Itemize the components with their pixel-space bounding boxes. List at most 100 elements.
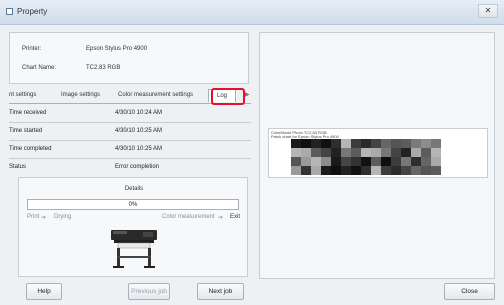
color-patch	[291, 148, 301, 157]
printer-label: Printer:	[22, 46, 42, 52]
color-patch	[321, 148, 331, 157]
color-patch	[421, 157, 431, 166]
title-bar: Property ✕	[0, 0, 504, 25]
help-button[interactable]: Help	[26, 283, 62, 300]
color-patch	[331, 166, 341, 175]
step-color-measurement: Color measurement	[162, 214, 215, 220]
color-patch	[431, 166, 441, 175]
color-patch	[411, 139, 421, 148]
step-print: Print	[27, 214, 40, 220]
color-patch	[411, 166, 421, 175]
log-value: 4/30/10 10:24 AM	[115, 110, 163, 116]
patch-grid	[291, 139, 441, 175]
close-button[interactable]: Close	[444, 283, 495, 300]
chart-preview-panel: ColorMunki Photo TC2.83 RGB Patch chart …	[259, 32, 495, 279]
color-patch	[421, 139, 431, 148]
color-patch	[411, 157, 421, 166]
progress-bar: 0%	[27, 199, 239, 210]
color-patch	[301, 157, 311, 166]
color-patch	[411, 148, 421, 157]
color-patch	[331, 139, 341, 148]
tab-scroll-right-icon[interactable]: ▶	[245, 91, 250, 98]
color-patch	[431, 148, 441, 157]
color-patch	[391, 139, 401, 148]
color-patch	[401, 148, 411, 157]
tab-image-settings[interactable]: Image settings	[61, 92, 100, 98]
step-exit: Exit	[230, 214, 241, 220]
color-patch	[351, 148, 361, 157]
color-patch	[341, 166, 351, 175]
color-patch	[371, 157, 381, 166]
job-info-box: Printer: Epson Stylus Pro 4900 Chart Nam…	[9, 32, 249, 84]
log-value: 4/30/10 10:25 AM	[115, 146, 163, 152]
printer-icon	[111, 230, 157, 268]
chart-name-row: Chart Name: TC2.83 RGB	[22, 65, 120, 71]
printer-value: Epson Stylus Pro 4900	[86, 46, 148, 52]
color-patch	[371, 166, 381, 175]
color-patch	[381, 166, 391, 175]
patch-chart-preview: ColorMunki Photo TC2.83 RGB Patch chart …	[268, 128, 488, 178]
log-row: Time received 4/30/10 10:24 AM	[9, 104, 251, 123]
log-row: Time started 4/30/10 10:25 AM	[9, 122, 251, 141]
window-close-button[interactable]: ✕	[478, 4, 498, 18]
color-patch	[421, 166, 431, 175]
color-patch	[291, 157, 301, 166]
window-app-icon	[6, 8, 13, 15]
color-patch	[421, 148, 431, 157]
color-patch	[291, 139, 301, 148]
log-tab-highlight	[211, 88, 245, 105]
tab-print-settings[interactable]: nt settings	[9, 92, 36, 98]
color-patch	[341, 157, 351, 166]
color-patch	[341, 148, 351, 157]
color-patch	[331, 157, 341, 166]
step-drying: Drying	[54, 214, 72, 220]
color-patch	[381, 157, 391, 166]
log-value: 4/30/10 10:25 AM	[115, 128, 163, 134]
window-title: Property	[17, 7, 48, 16]
color-patch	[301, 166, 311, 175]
color-patch	[351, 139, 361, 148]
color-patch	[361, 139, 371, 148]
printer-row: Printer: Epson Stylus Pro 4900	[22, 46, 147, 52]
color-patch	[381, 139, 391, 148]
color-patch	[321, 139, 331, 148]
color-patch	[301, 148, 311, 157]
color-patch	[291, 166, 301, 175]
log-key: Time completed	[9, 146, 52, 152]
color-patch	[321, 157, 331, 166]
left-panel: Printer: Epson Stylus Pro 4900 Chart Nam…	[9, 32, 251, 282]
color-patch	[311, 148, 321, 157]
color-patch	[351, 157, 361, 166]
log-key: Status	[9, 164, 27, 170]
color-patch	[401, 166, 411, 175]
color-patch	[311, 139, 321, 148]
color-patch	[391, 148, 401, 157]
color-patch	[401, 139, 411, 148]
color-patch	[331, 148, 341, 157]
color-patch	[311, 166, 321, 175]
color-patch	[391, 157, 401, 166]
log-key: Time received	[9, 110, 47, 116]
color-patch	[371, 139, 381, 148]
log-row: Status Error completion	[9, 158, 251, 176]
color-patch	[301, 139, 311, 148]
process-steps: Print ➜ Drying Color measurement ➜ Exit	[27, 214, 241, 224]
preview-header: ColorMunki Photo TC2.83 RGB Patch chart …	[271, 131, 339, 139]
progress-percent: 0%	[128, 202, 138, 208]
next-job-button[interactable]: Next job	[197, 283, 244, 300]
color-patch	[391, 166, 401, 175]
color-patch	[361, 148, 371, 157]
color-patch	[341, 139, 351, 148]
log-key: Time started	[9, 128, 43, 134]
chart-name-label: Chart Name:	[22, 65, 57, 71]
previous-job-button[interactable]: Previous job	[128, 283, 170, 300]
tab-color-measurement-settings[interactable]: Color measurement settings	[118, 92, 193, 98]
color-patch	[351, 166, 361, 175]
log-row: Time completed 4/30/10 10:25 AM	[9, 140, 251, 159]
step-arrow-icon: ➜	[41, 215, 47, 221]
color-patch	[401, 157, 411, 166]
details-box: Details 0% Print ➜ Drying Color measurem…	[18, 177, 248, 277]
log-value: Error completion	[115, 164, 160, 170]
color-patch	[361, 157, 371, 166]
color-patch	[311, 157, 321, 166]
